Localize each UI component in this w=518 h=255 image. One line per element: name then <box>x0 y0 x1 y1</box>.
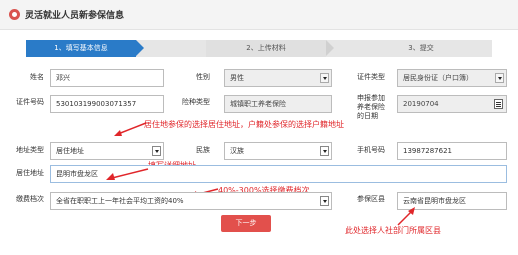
apply-date-label: 申报参加养老保险的日期 <box>357 94 385 120</box>
id-number-label: 证件号码 <box>16 98 44 106</box>
contribution-level-select[interactable]: 全省在职职工上一年社会平均工资的40% <box>50 192 332 210</box>
gender-label: 性别 <box>196 73 210 81</box>
arrow-icon <box>106 168 149 180</box>
phone-label: 手机号码 <box>357 146 385 154</box>
calendar-icon[interactable] <box>494 99 503 109</box>
name-label: 姓名 <box>30 73 44 81</box>
id-type-label: 证件类型 <box>357 73 385 81</box>
insured-area-note: 此处选择人社部门所属区县 <box>345 226 441 235</box>
title-bar: 灵活就业人员新参保信息 <box>0 0 518 30</box>
address-label: 居住地址 <box>16 169 44 177</box>
address-type-label: 地址类型 <box>16 146 44 154</box>
id-type-value: 居民身份证（户口簿） <box>403 74 473 82</box>
logo-icon <box>9 9 20 20</box>
address-type-value: 居住地址 <box>56 147 84 155</box>
insurance-type-label: 险种类型 <box>182 98 210 106</box>
apply-date-value: 20190704 <box>403 100 439 108</box>
address-type-note: 居住地参保的选择居住地址，户籍处参保的选择户籍地址 <box>144 120 344 129</box>
id-type-select[interactable]: 居民身份证（户口簿） <box>397 69 507 87</box>
page-title: 灵活就业人员新参保信息 <box>25 11 125 21</box>
ethnicity-label: 民族 <box>196 146 210 154</box>
insured-area-label: 参保区县 <box>357 195 385 203</box>
step-bar: 1、填写基本信息 2、上传材料 3、提交 <box>26 40 492 57</box>
next-button[interactable]: 下一步 <box>221 215 271 232</box>
gender-value: 男性 <box>230 74 244 82</box>
phone-input[interactable]: 13987287621 <box>397 142 507 160</box>
arrow-icon <box>114 122 147 136</box>
apply-date-input[interactable]: 20190704 <box>397 95 507 113</box>
contribution-level-value: 全省在职职工上一年社会平均工资的40% <box>56 197 184 205</box>
chevron-down-icon <box>495 73 504 83</box>
step-3: 3、提交 <box>408 44 434 52</box>
arrow-icon <box>397 207 415 226</box>
contribution-level-label: 缴费档次 <box>16 195 44 203</box>
step-1: 1、填写基本信息 <box>26 40 144 57</box>
step-2: 2、上传材料 <box>206 40 334 57</box>
ethnicity-value: 汉族 <box>230 147 244 155</box>
